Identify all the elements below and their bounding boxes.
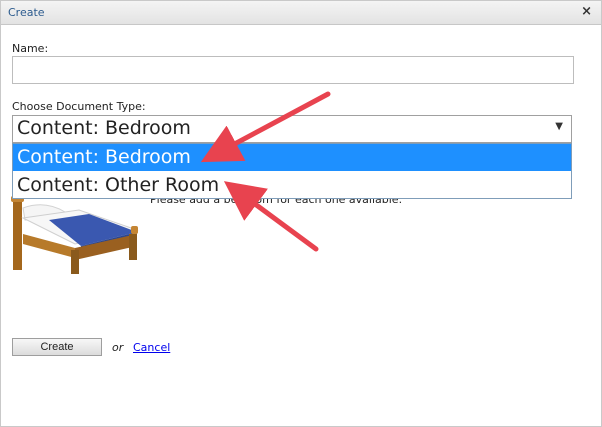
name-label: Name: bbox=[12, 42, 49, 55]
or-text: or bbox=[112, 341, 124, 354]
create-dialog: Create × Name: Choose Document Type: Con… bbox=[0, 0, 602, 427]
document-type-select[interactable]: Content: Bedroom ▼ bbox=[12, 115, 572, 143]
cancel-link[interactable]: Cancel bbox=[133, 341, 170, 354]
name-input[interactable] bbox=[12, 56, 574, 84]
option-label: Content: Bedroom bbox=[17, 146, 191, 168]
option-content-other-room[interactable]: Content: Other Room bbox=[13, 172, 571, 199]
chevron-down-icon: ▼ bbox=[555, 121, 563, 132]
document-type-dropdown-list: Content: Bedroom Content: Other Room bbox=[12, 143, 572, 199]
bed-icon bbox=[11, 194, 141, 276]
document-type-label: Choose Document Type: bbox=[12, 100, 146, 113]
create-button[interactable]: Create bbox=[12, 338, 102, 356]
dialog-titlebar: Create × bbox=[1, 1, 601, 25]
option-content-bedroom[interactable]: Content: Bedroom bbox=[13, 144, 571, 171]
option-label: Content: Other Room bbox=[17, 174, 220, 196]
close-icon[interactable]: × bbox=[581, 4, 592, 19]
dialog-title: Create bbox=[8, 6, 45, 19]
document-type-select-value: Content: Bedroom bbox=[17, 117, 191, 139]
